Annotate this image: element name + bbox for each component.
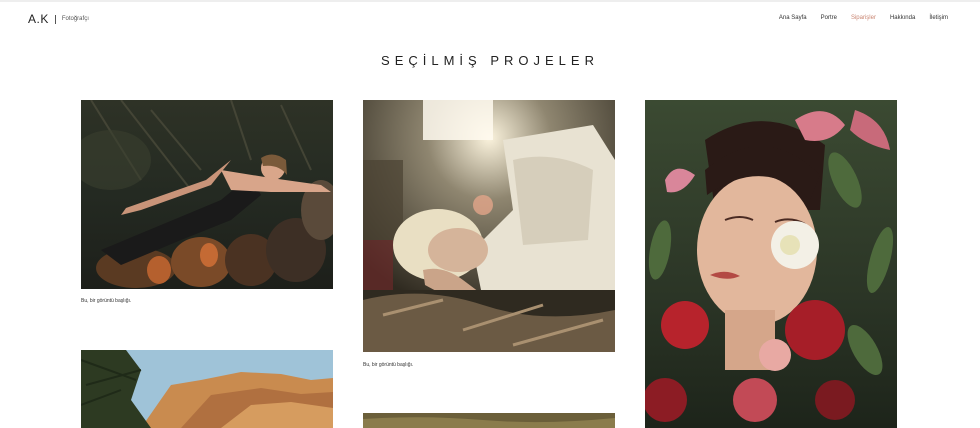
section-title: SEÇİLMİŞ PROJELER <box>381 53 599 68</box>
top-border <box>0 0 980 2</box>
nav-home[interactable]: Ana Sayfa <box>779 15 807 21</box>
nav-portrait[interactable]: Portre <box>821 15 837 21</box>
photo-woman-in-sunlight[interactable] <box>363 100 615 352</box>
image-caption: Bu, bir görüntü başlığı. <box>363 362 414 368</box>
brand-logo[interactable]: A.K Fotoğrafçı <box>28 12 89 26</box>
photo-woman-with-flowers[interactable] <box>645 100 897 428</box>
brand-divider <box>54 14 56 24</box>
nav-contact[interactable]: İletişim <box>929 15 948 21</box>
image-caption: Bu, bir görüntü başlığı. <box>81 298 132 304</box>
photo-woman-on-logs[interactable] <box>81 100 333 289</box>
brand-name: A.K <box>28 12 49 26</box>
nav-about[interactable]: Hakkında <box>890 15 915 21</box>
photo-rocky-landscape[interactable] <box>81 350 333 428</box>
nav-orders[interactable]: Siparişler <box>851 15 876 21</box>
photo-partial-bottom[interactable] <box>363 413 615 428</box>
brand-subtitle: Fotoğrafçı <box>61 16 89 22</box>
main-nav: Ana Sayfa Portre Siparişler Hakkında İle… <box>779 15 948 21</box>
